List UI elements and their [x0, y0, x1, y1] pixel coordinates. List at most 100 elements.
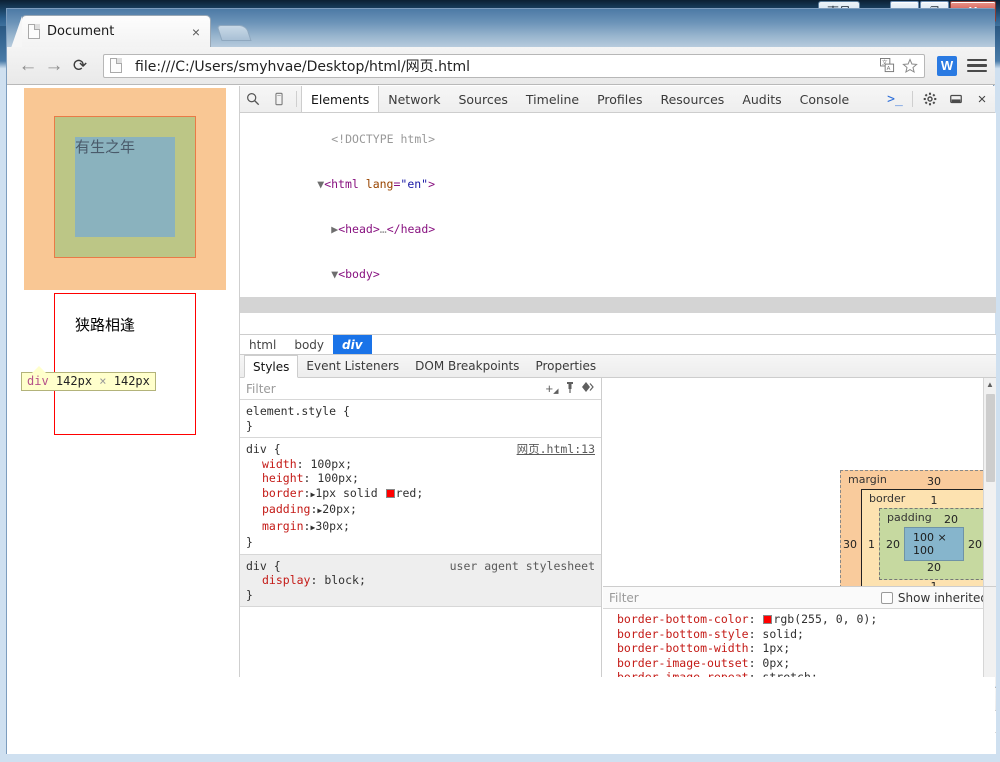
- decl-name-margin: margin: [262, 518, 304, 533]
- star-icon[interactable]: [902, 57, 918, 74]
- padding-top-value[interactable]: 20: [944, 513, 958, 527]
- magnifier-inspect-icon[interactable]: [240, 86, 266, 112]
- head-ellipsis: …: [379, 222, 387, 236]
- style-rule-div-ua[interactable]: user agent stylesheet div { display: blo…: [240, 554, 601, 607]
- style-sidebar-tabs: Styles Event Listeners DOM Breakpoints P…: [240, 355, 996, 378]
- dom-node-html-open[interactable]: ▼<html lang="en">: [240, 162, 996, 207]
- decl-name-height: height: [262, 471, 304, 485]
- pin-icon[interactable]: [561, 381, 579, 397]
- computed-properties-pane: Filter Show inherited border-bottom-colo…: [603, 586, 996, 686]
- computed-scrollbar[interactable]: ▼: [983, 587, 996, 686]
- document-icon: [110, 58, 122, 73]
- color-swatch-red-icon[interactable]: [385, 488, 395, 498]
- border-left-value[interactable]: 1: [868, 538, 875, 551]
- computed-prop-value: 0px;: [762, 655, 791, 670]
- forward-icon[interactable]: →: [41, 53, 67, 79]
- show-inherited-toggle[interactable]: Show inherited: [880, 591, 988, 605]
- gear-icon[interactable]: [917, 86, 943, 112]
- head-close-tag: head: [400, 222, 429, 236]
- style-rule-div-author[interactable]: 网页.html:13 div { width: 100px; height: 1…: [240, 438, 601, 555]
- scroll-up-arrow-icon[interactable]: ▲: [984, 378, 996, 391]
- console-drawer-toggle-icon[interactable]: >_: [882, 86, 908, 112]
- computed-row[interactable]: border-bottom-width: 1px;: [617, 641, 996, 656]
- box-model-content[interactable]: 100 × 100: [904, 527, 964, 561]
- head-tag-name: head: [345, 222, 373, 236]
- new-tab-button[interactable]: [216, 25, 252, 41]
- computed-row[interactable]: border-image-outset: 0px;: [617, 656, 996, 671]
- highlight-border-box: 有生之年: [54, 116, 196, 258]
- decl-name-padding: padding: [262, 502, 311, 516]
- margin-left-value[interactable]: 30: [843, 538, 857, 551]
- computed-prop-value: 1px;: [762, 641, 791, 655]
- html-tag-name: html: [331, 177, 359, 191]
- devtools-tab-profiles[interactable]: Profiles: [588, 86, 651, 112]
- devtools-tab-audits[interactable]: Audits: [733, 86, 790, 112]
- extension-button[interactable]: W: [937, 55, 957, 76]
- box-model-margin[interactable]: margin 30 30 border 1 1 padding 20 20 10…: [840, 470, 996, 586]
- dom-node-div1[interactable]: <div>有生之年</div>: [240, 297, 996, 313]
- dom-node-head[interactable]: ▶<head>…</head>: [240, 207, 996, 252]
- rule-source-link[interactable]: 网页.html:13: [517, 442, 595, 457]
- box-model-border[interactable]: border 1 1 padding 20 20 100 × 100 20 20: [861, 489, 996, 586]
- sidebar-tab-styles[interactable]: Styles: [244, 355, 299, 378]
- back-icon[interactable]: ←: [15, 53, 41, 79]
- tooltip-tag-name: div: [27, 374, 49, 388]
- devtools-tab-timeline[interactable]: Timeline: [517, 86, 588, 112]
- padding-left-value[interactable]: 20: [886, 538, 900, 551]
- metrics-scrollbar[interactable]: ▲: [983, 378, 996, 586]
- close-devtools-icon[interactable]: ×: [969, 86, 995, 112]
- close-tab-icon[interactable]: ×: [188, 24, 204, 40]
- scrollbar-thumb[interactable]: [986, 394, 995, 482]
- color-swatch-icon[interactable]: [579, 381, 597, 396]
- dom-node-body-open[interactable]: ▼<body>: [240, 252, 996, 297]
- sidebar-tab-properties[interactable]: Properties: [527, 355, 604, 377]
- computed-color-swatch-icon[interactable]: [763, 615, 773, 624]
- styles-filter-input[interactable]: Filter: [246, 382, 543, 396]
- padding-bottom-value[interactable]: 20: [927, 561, 941, 575]
- devtools-tab-elements[interactable]: Elements: [301, 86, 380, 112]
- devtools-panel: Elements Network Sources Timeline Profil…: [239, 86, 996, 754]
- sidebar-tab-dom-breakpoints[interactable]: DOM Breakpoints: [407, 355, 527, 377]
- address-bar[interactable]: file:///C:/Users/smyhvae/Desktop/html/网页…: [103, 53, 925, 78]
- border-top-value[interactable]: 1: [931, 494, 938, 508]
- devtools-tab-network[interactable]: Network: [379, 86, 449, 112]
- breadcrumb-item-div[interactable]: div: [333, 335, 372, 354]
- device-toggle-icon[interactable]: [266, 86, 292, 112]
- computed-prop-name: border-image-outset: [617, 655, 749, 670]
- box-model-padding[interactable]: padding 20 20 100 × 100 20 20: [879, 508, 989, 580]
- computed-row[interactable]: border-bottom-style: solid;: [617, 627, 996, 642]
- browser-tab[interactable]: Document ×: [11, 15, 211, 47]
- devtools-toolbar-right: >_ ×: [882, 86, 995, 112]
- inspector-tooltip: div 142px × 142px: [21, 366, 156, 391]
- declaration-display[interactable]: display: block;: [246, 573, 595, 588]
- show-inherited-checkbox[interactable]: [880, 591, 893, 604]
- margin-top-value[interactable]: 30: [927, 475, 941, 489]
- devtools-toolbar: Elements Network Sources Timeline Profil…: [240, 86, 995, 113]
- breadcrumb-item-body[interactable]: body: [285, 335, 333, 354]
- rule-source-ua: user agent stylesheet: [449, 558, 595, 573]
- dock-position-icon[interactable]: [943, 86, 969, 112]
- declaration-height[interactable]: height: 100px;: [246, 471, 595, 486]
- sidebar-tab-event-listeners[interactable]: Event Listeners: [298, 355, 407, 377]
- devtools-tab-console[interactable]: Console: [791, 86, 859, 112]
- computed-filter-input[interactable]: Filter: [609, 591, 881, 605]
- tooltip-times: ×: [99, 374, 107, 388]
- style-rule-element-style[interactable]: element.style {}: [240, 400, 601, 438]
- dom-node-doctype[interactable]: <!DOCTYPE html>: [240, 117, 996, 162]
- body-tag-name: body: [345, 267, 373, 281]
- declaration-border[interactable]: border:▶1px solid red;: [246, 486, 595, 503]
- div2-text: 狭路相逢: [75, 316, 136, 334]
- declaration-width[interactable]: width: 100px;: [246, 457, 595, 472]
- hamburger-menu-icon[interactable]: [967, 58, 987, 73]
- reload-icon[interactable]: ⟳: [67, 53, 93, 79]
- translate-icon[interactable]: 文 A: [880, 58, 895, 73]
- devtools-tab-resources[interactable]: Resources: [651, 86, 733, 112]
- computed-row[interactable]: border-bottom-color: rgb(255, 0, 0);: [617, 612, 996, 627]
- padding-right-value[interactable]: 20: [968, 538, 982, 551]
- plus-icon[interactable]: +◢: [543, 381, 561, 396]
- decl-value-padding: 20px: [322, 502, 350, 516]
- devtools-tab-sources[interactable]: Sources: [449, 86, 516, 112]
- breadcrumb-item-html[interactable]: html: [240, 335, 285, 354]
- declaration-margin[interactable]: margin:▶30px;: [246, 519, 595, 536]
- declaration-padding[interactable]: padding:▶20px;: [246, 502, 595, 519]
